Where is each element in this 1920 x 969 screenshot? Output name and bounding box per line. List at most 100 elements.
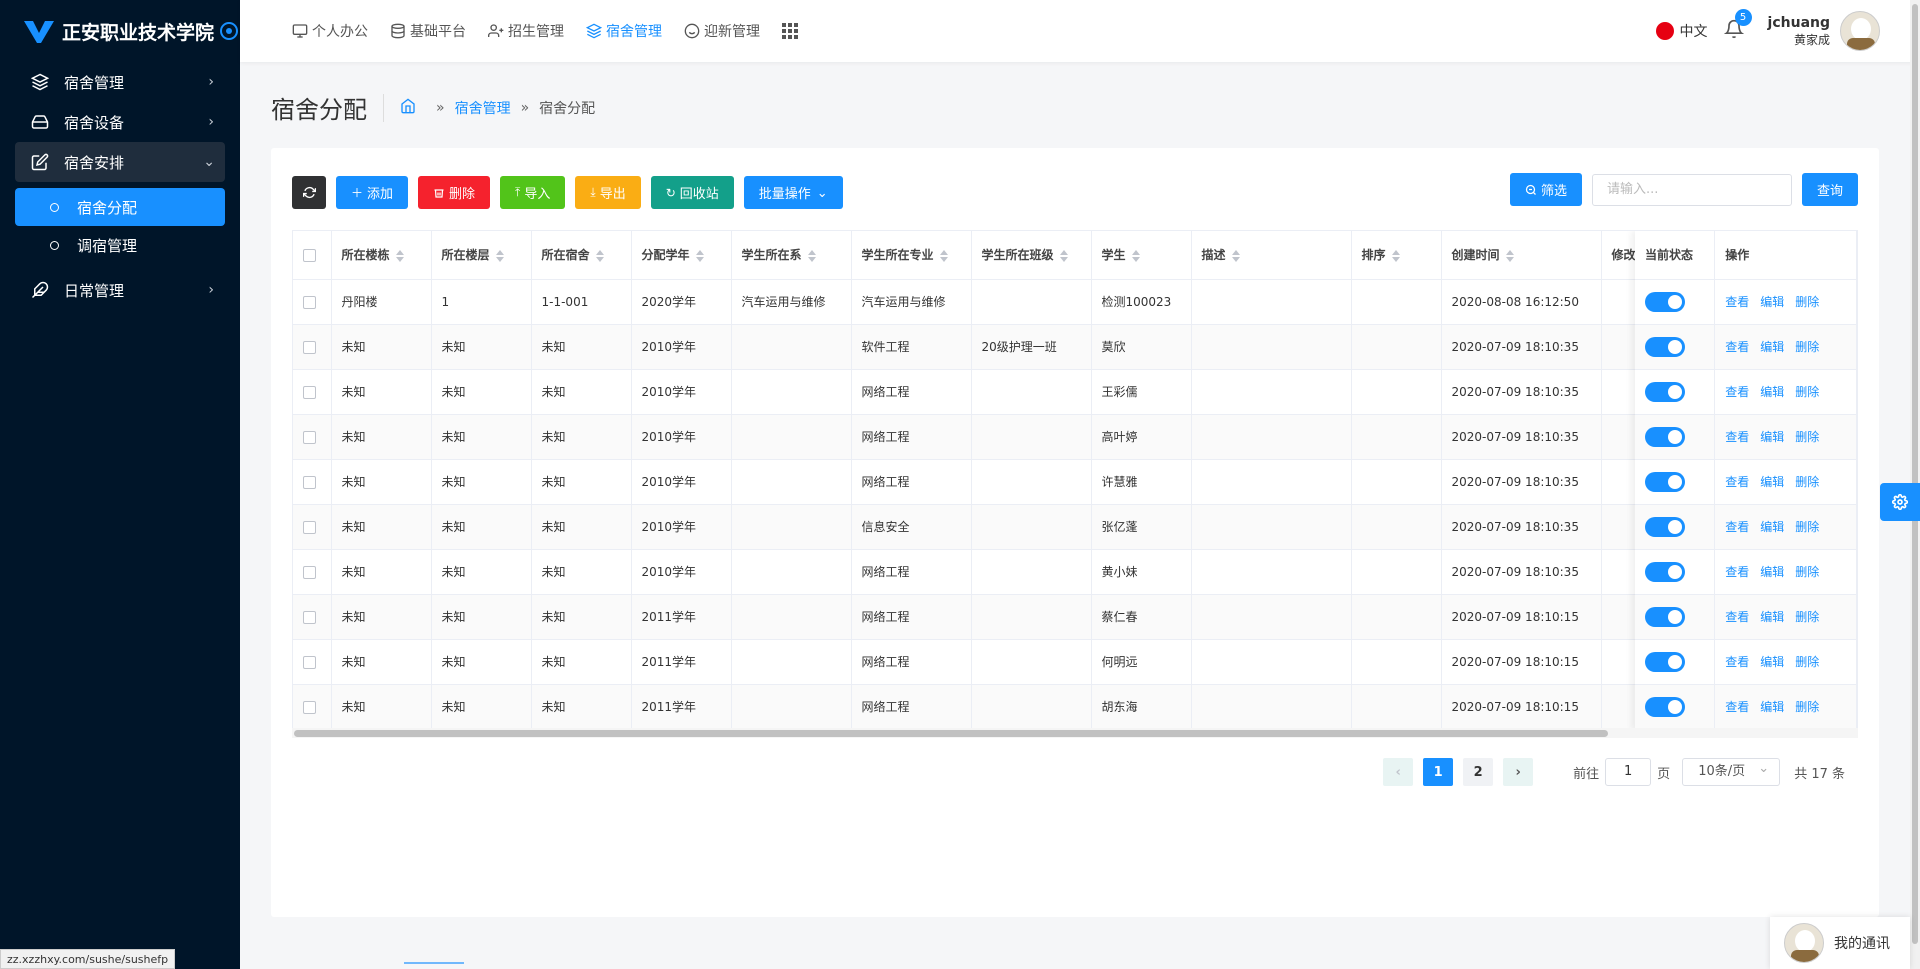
view-link[interactable]: 查看 [1725, 385, 1749, 399]
row-checkbox[interactable] [303, 430, 316, 444]
status-toggle[interactable] [1645, 471, 1685, 492]
delete-link[interactable]: 删除 [1795, 340, 1819, 354]
table-row[interactable]: 未知 未知 未知 2011学年 网络工程 蔡仁春 2020-07-09 18:10:15 [293, 594, 1662, 640]
edit-link[interactable]: 编辑 [1760, 700, 1784, 714]
table-row[interactable]: 未知 未知 未知 2010学年 软件工程 20级护理一班 莫欣 2020-07-09 18:1… [293, 324, 1662, 370]
edit-link[interactable]: 编辑 [1760, 340, 1784, 354]
sidebar-item-dorm-arrange[interactable]: 宿舍安排 ⌄ [15, 142, 225, 182]
status-toggle[interactable] [1645, 336, 1685, 357]
logo[interactable]: 正安职业技术学院 [0, 0, 240, 62]
delete-link[interactable]: 删除 [1795, 430, 1819, 444]
edit-link[interactable]: 编辑 [1760, 475, 1784, 489]
import-button[interactable]: ⤒ 导入 [500, 176, 566, 209]
column-header[interactable]: 学生所在班级 [971, 231, 1092, 280]
notification-bell[interactable]: 5 [1723, 9, 1752, 43]
sidebar-subitem-dorm-assign[interactable]: 宿舍分配 [15, 188, 225, 226]
topnav-enrollment[interactable]: 招生管理 [488, 21, 564, 41]
page-number[interactable]: 1 [1423, 758, 1454, 786]
status-toggle[interactable] [1645, 696, 1685, 717]
edit-link[interactable]: 编辑 [1760, 610, 1784, 624]
scrollbar-thumb[interactable] [294, 730, 1608, 737]
status-toggle[interactable] [1645, 516, 1685, 537]
batch-operation-dropdown[interactable]: 批量操作 ⌄ [743, 176, 843, 209]
row-checkbox[interactable] [303, 385, 316, 399]
column-header[interactable]: 分配学年 [631, 231, 732, 280]
view-link[interactable]: 查看 [1725, 565, 1749, 579]
delete-button[interactable]: 删除 [418, 176, 491, 209]
view-link[interactable]: 查看 [1725, 520, 1749, 534]
row-checkbox[interactable] [303, 610, 316, 624]
sidebar-item-dorm-equipment[interactable]: 宿舍设备 › [0, 102, 240, 142]
table-row[interactable]: 未知 未知 未知 2011学年 网络工程 胡东海 2020-07-09 18:10:15 [293, 684, 1662, 730]
view-link[interactable]: 查看 [1725, 475, 1749, 489]
page-number[interactable]: 2 [1463, 758, 1494, 786]
sort-icon[interactable] [939, 249, 948, 262]
select-all-checkbox[interactable] [303, 248, 316, 262]
delete-link[interactable]: 删除 [1795, 295, 1819, 309]
edit-link[interactable]: 编辑 [1760, 385, 1784, 399]
row-checkbox[interactable] [303, 520, 316, 534]
status-toggle[interactable] [1645, 561, 1685, 582]
row-checkbox[interactable] [303, 700, 316, 714]
avatar[interactable] [1840, 11, 1880, 51]
add-button[interactable]: ＋ 添加 [336, 176, 409, 209]
target-icon[interactable] [220, 22, 239, 40]
settings-gear-icon[interactable] [1880, 483, 1920, 521]
table-row[interactable]: 未知 未知 未知 2011学年 网络工程 何明远 2020-07-09 18:10:15 [293, 639, 1662, 685]
column-header[interactable]: 描述 [1191, 231, 1352, 280]
sort-icon[interactable] [1231, 249, 1240, 262]
query-button[interactable]: 查询 [1801, 173, 1858, 206]
search-input[interactable] [1591, 173, 1792, 206]
view-link[interactable]: 查看 [1725, 655, 1749, 669]
column-header[interactable]: 所在楼栋 [331, 231, 432, 280]
edit-link[interactable]: 编辑 [1760, 295, 1784, 309]
table-row[interactable]: 未知 未知 未知 2010学年 网络工程 王彩儒 2020-07-09 18:10:35 [293, 369, 1662, 415]
sidebar-item-daily-manage[interactable]: 日常管理 › [0, 270, 240, 310]
table-row[interactable]: 未知 未知 未知 2010学年 网络工程 黄小妹 2020-07-09 18:10:35 [293, 549, 1662, 595]
refresh-button[interactable] [292, 176, 326, 209]
delete-link[interactable]: 删除 [1795, 475, 1819, 489]
edit-link[interactable]: 编辑 [1760, 430, 1784, 444]
row-checkbox[interactable] [303, 340, 316, 354]
edit-link[interactable]: 编辑 [1760, 655, 1784, 669]
delete-link[interactable]: 删除 [1795, 385, 1819, 399]
table-row[interactable]: 丹阳楼 1 1-1-001 2020学年 汽车运用与维修 汽车运用与维修 检测100023 2… [293, 279, 1662, 325]
view-link[interactable]: 查看 [1725, 700, 1749, 714]
column-header[interactable]: 所在宿舍 [531, 231, 632, 280]
topnav-personal-office[interactable]: 个人办公 [292, 21, 368, 41]
view-link[interactable]: 查看 [1725, 610, 1749, 624]
edit-link[interactable]: 编辑 [1760, 520, 1784, 534]
sort-icon[interactable] [395, 249, 404, 262]
status-toggle[interactable] [1645, 606, 1685, 627]
sort-icon[interactable] [595, 249, 604, 262]
table-row[interactable]: 未知 未知 未知 2010学年 网络工程 许慧雅 2020-07-09 18:10:35 [293, 459, 1662, 505]
column-header[interactable]: 学生 [1091, 231, 1192, 280]
export-button[interactable]: ⤓ 导出 [575, 176, 641, 209]
view-link[interactable]: 查看 [1725, 430, 1749, 444]
status-toggle[interactable] [1645, 381, 1685, 402]
table-row[interactable]: 未知 未知 未知 2010学年 网络工程 高叶婷 2020-07-09 18:10:35 [293, 414, 1662, 460]
view-link[interactable]: 查看 [1725, 340, 1749, 354]
topnav-welcome[interactable]: 迎新管理 [684, 21, 760, 41]
topnav-dorm-manage[interactable]: 宿舍管理 [586, 21, 662, 41]
status-toggle[interactable] [1645, 651, 1685, 672]
delete-link[interactable]: 删除 [1795, 565, 1819, 579]
sort-icon[interactable] [807, 249, 816, 262]
table-row[interactable]: 未知 未知 未知 2010学年 信息安全 张亿蓬 2020-07-09 18:10:35 [293, 504, 1662, 550]
next-page-button[interactable]: › [1503, 758, 1534, 786]
apps-grid-icon[interactable] [782, 23, 802, 39]
sidebar-subitem-dorm-transfer[interactable]: 调宿管理 [15, 226, 225, 264]
china-flag-icon[interactable] [1655, 22, 1674, 40]
sort-icon[interactable] [695, 249, 704, 262]
column-header[interactable]: 学生所在系 [731, 231, 852, 280]
delete-link[interactable]: 删除 [1795, 655, 1819, 669]
chat-widget[interactable]: 我的通讯 [1770, 917, 1910, 969]
row-checkbox[interactable] [303, 295, 316, 309]
language-switch[interactable]: 中文 [1680, 21, 1708, 41]
row-checkbox[interactable] [303, 475, 316, 489]
column-header[interactable]: 创建时间 [1441, 231, 1602, 280]
view-link[interactable]: 查看 [1725, 295, 1749, 309]
column-header[interactable]: 学生所在专业 [851, 231, 972, 280]
table-horizontal-scrollbar[interactable] [292, 728, 1858, 738]
breadcrumb-item[interactable]: 宿舍管理 [455, 98, 511, 118]
